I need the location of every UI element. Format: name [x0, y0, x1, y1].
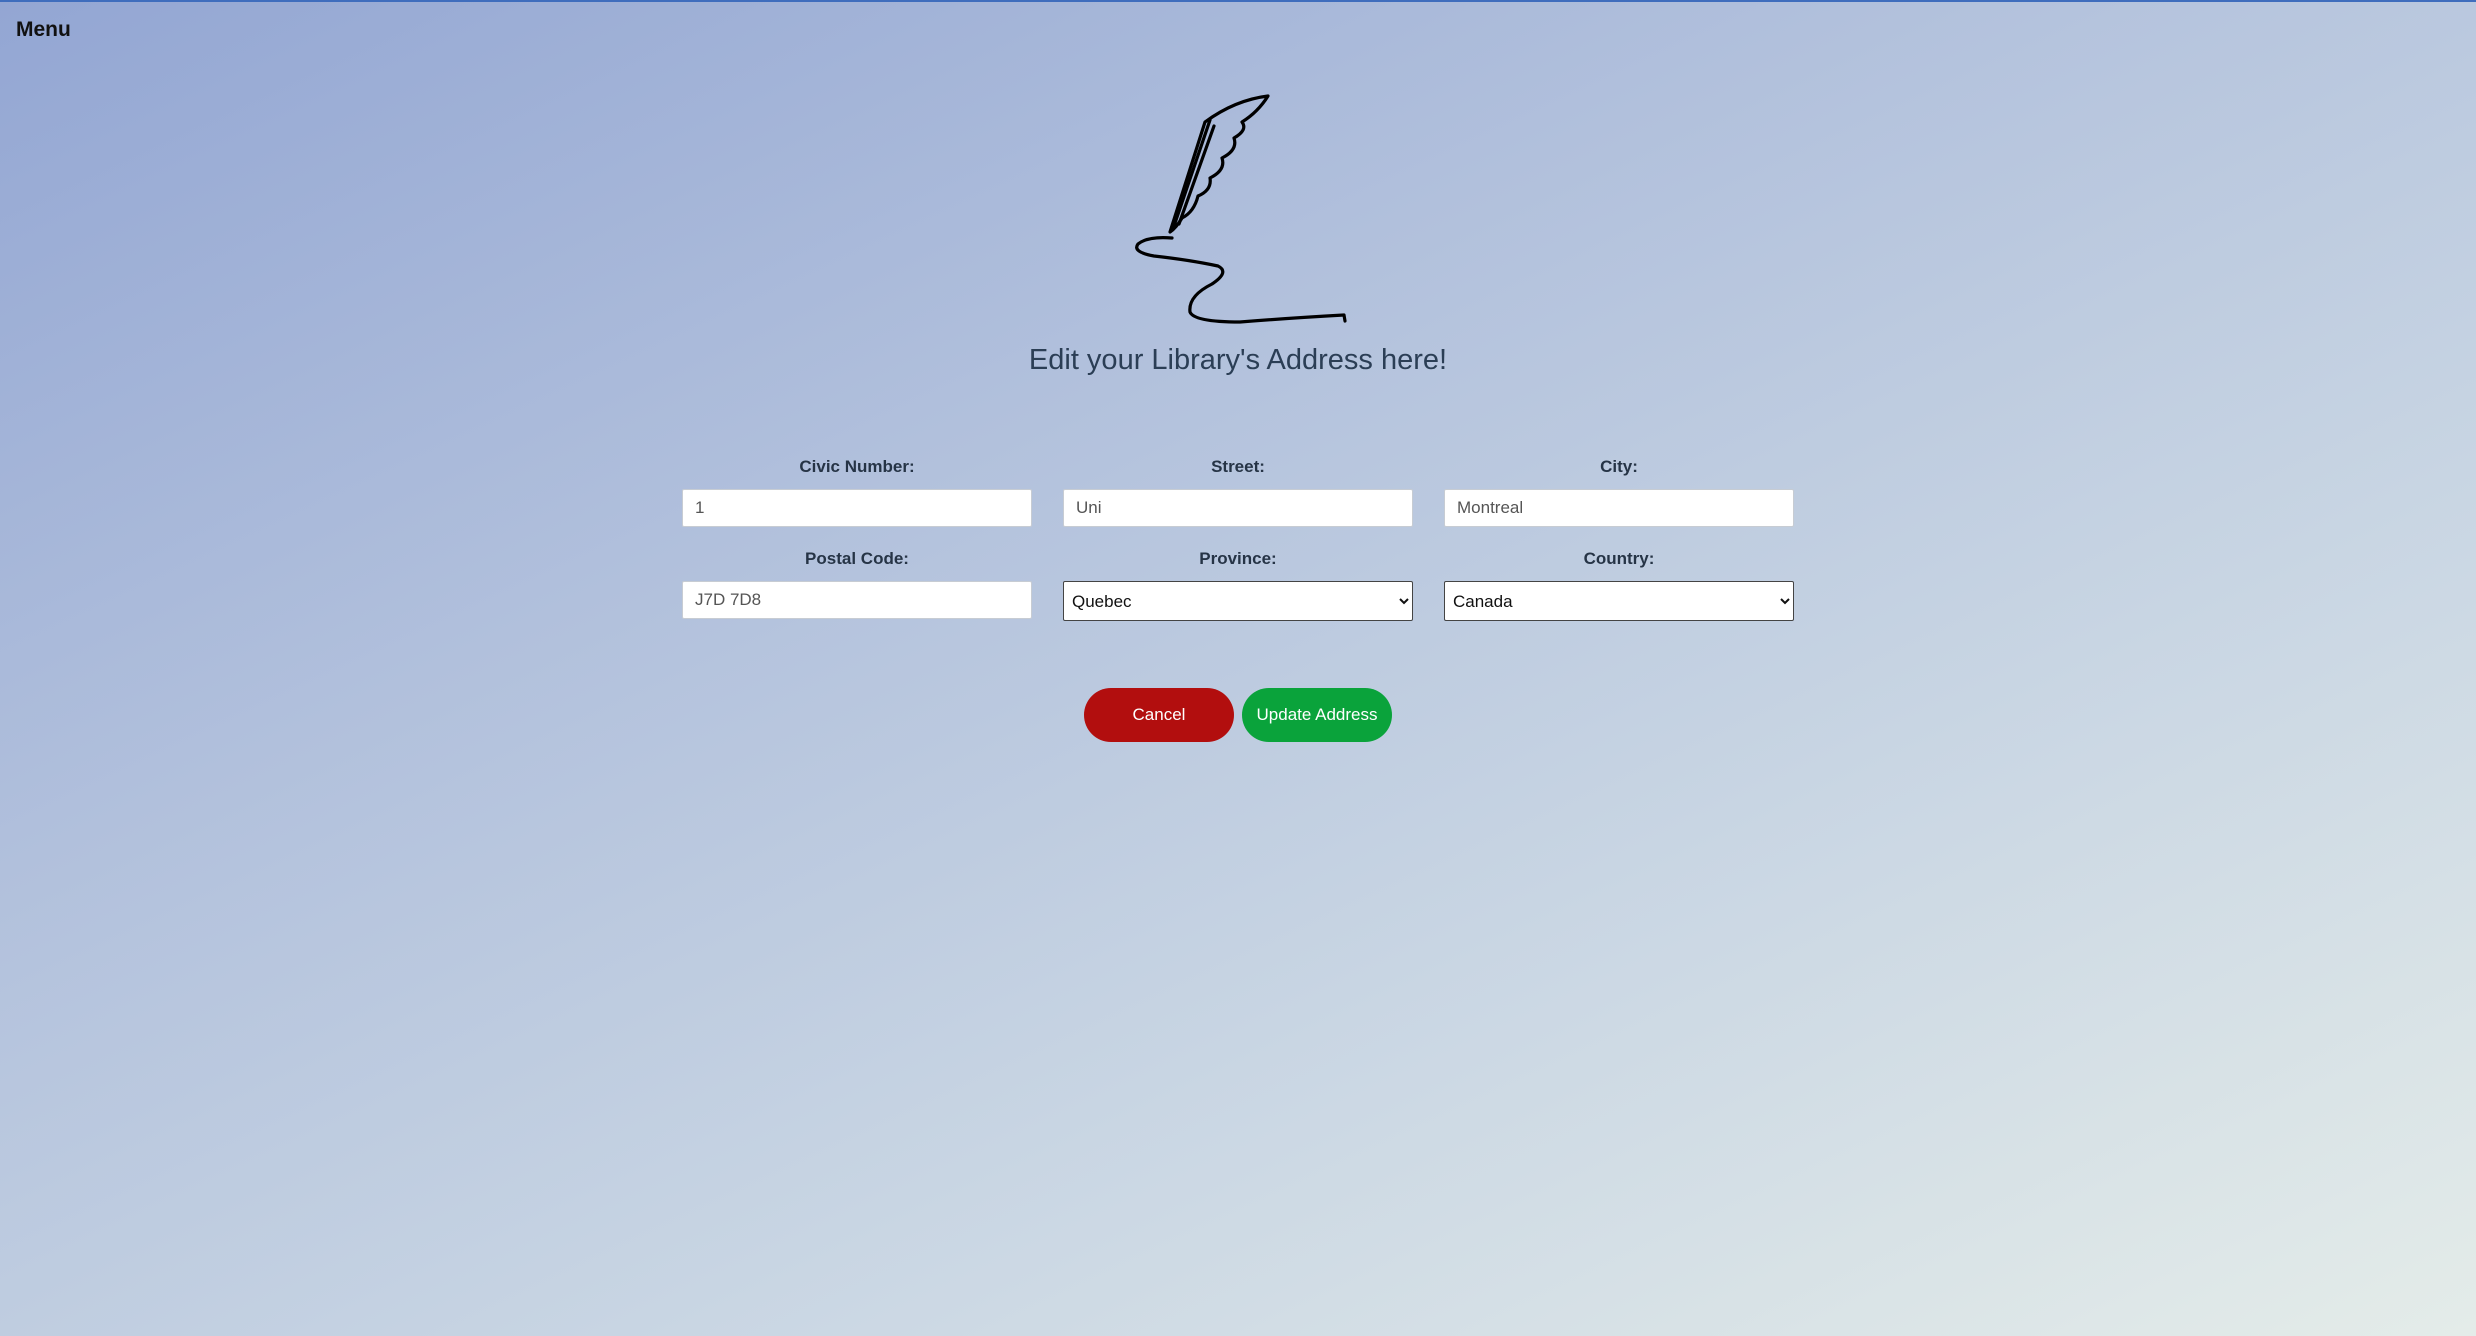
city-label: City: — [1600, 457, 1638, 476]
province-select[interactable]: Quebec — [1063, 581, 1413, 621]
form-row: Postal Code: Province: Quebec Country: C… — [682, 549, 1794, 621]
update-address-button[interactable]: Update Address — [1242, 688, 1392, 742]
province-label: Province: — [1199, 549, 1277, 568]
city-field-group: City: — [1444, 457, 1794, 527]
quill-pen-icon — [1135, 94, 1347, 324]
form-actions: Cancel Update Address — [0, 688, 2476, 742]
postal-code-input[interactable] — [682, 581, 1032, 619]
street-field-group: Street: — [1063, 457, 1413, 527]
civic-number-label: Civic Number: — [799, 457, 915, 476]
menu-button[interactable]: Menu — [16, 18, 71, 42]
page-title: Edit your Library's Address here! — [1028, 344, 1448, 376]
postal-code-label: Postal Code: — [805, 549, 909, 568]
country-field-group: Country: Canada — [1444, 549, 1794, 621]
country-select[interactable]: Canada — [1444, 581, 1794, 621]
province-field-group: Province: Quebec — [1063, 549, 1413, 621]
city-input[interactable] — [1444, 489, 1794, 527]
cancel-button[interactable]: Cancel — [1084, 688, 1234, 742]
postal-code-field-group: Postal Code: — [682, 549, 1032, 621]
civic-number-field-group: Civic Number: — [682, 457, 1032, 527]
civic-number-input[interactable] — [682, 489, 1032, 527]
form-row: Civic Number: Street: City: — [682, 457, 1794, 527]
street-input[interactable] — [1063, 489, 1413, 527]
street-label: Street: — [1211, 457, 1265, 476]
country-label: Country: — [1583, 549, 1655, 568]
address-form: Civic Number: Street: City: Postal Code:… — [682, 457, 1794, 643]
